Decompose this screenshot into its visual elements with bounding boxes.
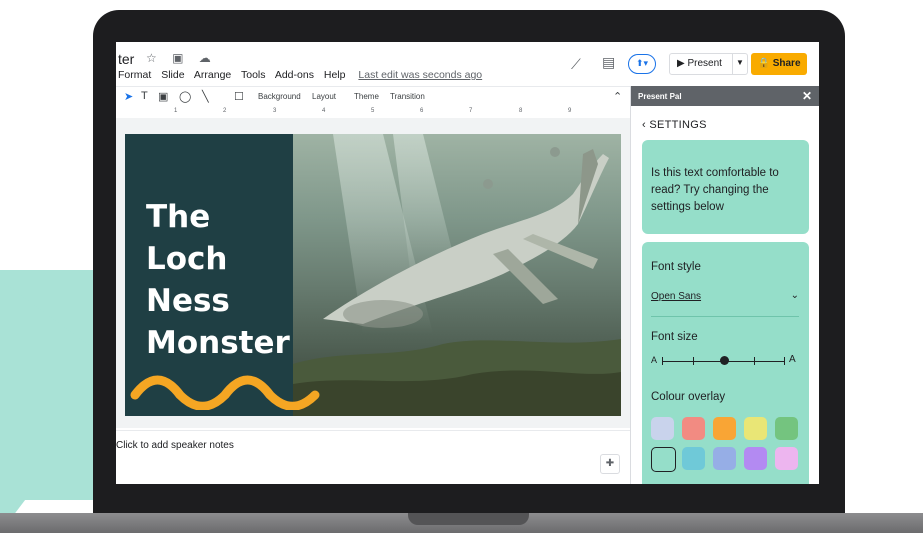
- menu-slide[interactable]: Slide: [161, 69, 184, 81]
- text-box-icon[interactable]: T: [141, 90, 148, 102]
- colour-overlay-label: Colour overlay: [651, 391, 726, 403]
- font-style-divider: [651, 316, 799, 317]
- ruler-mark: 1: [174, 108, 178, 114]
- menu-help[interactable]: Help: [324, 69, 346, 81]
- lock-icon: 🔒: [757, 58, 770, 69]
- slide-title[interactable]: The Loch Ness Monster: [146, 196, 296, 364]
- title-line: Ness: [146, 283, 230, 319]
- title-line: Loch: [146, 241, 228, 277]
- top-bar: ter ☆ ▣ ☁ Format Slide Arrange Tools Add…: [116, 42, 819, 86]
- ruler-mark: 7: [469, 108, 473, 114]
- title-line: The: [146, 199, 211, 235]
- prompt-text: Is this text comfortable to read? Try ch…: [651, 167, 779, 213]
- ruler-mark: 4: [322, 108, 326, 114]
- menu-format[interactable]: Format: [118, 69, 151, 81]
- ruler-mark: 6: [420, 108, 424, 114]
- layout-button[interactable]: Layout: [312, 92, 336, 101]
- menu-addons[interactable]: Add-ons: [275, 69, 314, 81]
- ruler-mark: 5: [371, 108, 375, 114]
- loch-ness-monster-image: [293, 134, 621, 416]
- comments-icon[interactable]: ▤: [602, 54, 615, 71]
- title-line: Monster: [146, 325, 290, 361]
- slider-tick: [784, 357, 785, 365]
- toolbar: ➤ T ▣ ◯ ╲ ☐ Background Layout Theme Tran…: [116, 86, 630, 108]
- prompt-card: Is this text comfortable to read? Try ch…: [642, 140, 809, 234]
- colour-swatch[interactable]: [775, 447, 798, 470]
- present-icon: ▶: [677, 58, 688, 69]
- transition-button[interactable]: Transition: [390, 92, 425, 101]
- font-size-slider-thumb[interactable]: [719, 356, 729, 365]
- ruler-mark: 3: [273, 108, 277, 114]
- explore-icon[interactable]: ✚: [600, 454, 620, 474]
- present-label: Present: [687, 58, 722, 69]
- present-divider: [732, 54, 733, 74]
- underwater-illustration: [293, 134, 621, 416]
- present-pal-panel: Present Pal ✕ ‹ SETTINGS Is this text co…: [630, 86, 819, 484]
- ruler-mark: 2: [223, 108, 227, 114]
- colour-swatch[interactable]: [744, 417, 767, 440]
- panel-title: Present Pal: [638, 92, 682, 101]
- colour-swatch[interactable]: [682, 417, 705, 440]
- colour-swatch[interactable]: [713, 447, 736, 470]
- image-icon[interactable]: ▣: [158, 90, 168, 103]
- settings-label: SETTINGS: [649, 119, 707, 131]
- doc-title[interactable]: ter: [118, 51, 134, 67]
- orange-squiggle-decoration: [130, 375, 320, 410]
- screen: ter ☆ ▣ ☁ Format Slide Arrange Tools Add…: [116, 42, 819, 484]
- share-label: Share: [772, 58, 801, 69]
- comment-add-icon[interactable]: ☐: [234, 90, 244, 103]
- slide[interactable]: The Loch Ness Monster: [125, 134, 621, 416]
- panel-header: Present Pal ✕: [631, 86, 819, 106]
- ruler-mark: 9: [568, 108, 572, 114]
- background-button[interactable]: Background: [258, 92, 301, 101]
- colour-swatch[interactable]: [775, 417, 798, 440]
- colour-swatch[interactable]: [682, 447, 705, 470]
- settings-back-button[interactable]: ‹ SETTINGS: [642, 119, 707, 131]
- theme-button[interactable]: Theme: [354, 92, 379, 101]
- font-style-select[interactable]: Open Sans: [651, 291, 701, 302]
- collapse-toolbar-icon[interactable]: ⌃: [613, 90, 622, 103]
- activity-trend-icon[interactable]: ⟋: [571, 56, 581, 73]
- notes-divider[interactable]: [116, 430, 630, 435]
- select-cursor-icon[interactable]: ➤: [124, 90, 133, 103]
- chevron-down-icon[interactable]: ⌄: [791, 290, 799, 301]
- laptop-notch: [408, 513, 529, 525]
- font-size-label: Font size: [651, 331, 698, 343]
- present-dropdown-icon[interactable]: ▼: [736, 58, 744, 67]
- font-size-max-label: A: [789, 354, 796, 365]
- colour-swatch[interactable]: [651, 447, 676, 472]
- colour-swatch[interactable]: [713, 417, 736, 440]
- colour-swatch[interactable]: [744, 447, 767, 470]
- move-to-meet-button[interactable]: ⬆▾: [628, 54, 656, 74]
- menu-arrange[interactable]: Arrange: [194, 69, 231, 81]
- font-size-min-label: A: [651, 355, 658, 365]
- present-button[interactable]: ▶ Present ▼: [669, 53, 748, 75]
- share-button[interactable]: 🔒 Share: [751, 53, 807, 75]
- menu-tools[interactable]: Tools: [241, 69, 266, 81]
- settings-card: Font style Open Sans ⌄ Font size A A Col…: [642, 242, 809, 484]
- slider-tick: [754, 357, 755, 365]
- speaker-notes[interactable]: Click to add speaker notes: [116, 440, 234, 451]
- last-edit-link[interactable]: Last edit was seconds ago: [358, 69, 482, 81]
- close-icon[interactable]: ✕: [802, 89, 812, 103]
- slider-tick: [662, 357, 663, 365]
- font-style-label: Font style: [651, 261, 701, 273]
- line-icon[interactable]: ╲: [202, 90, 209, 103]
- upload-icon: ⬆▾: [635, 58, 649, 68]
- shape-icon[interactable]: ◯: [179, 90, 191, 103]
- ruler-mark: 8: [519, 108, 523, 114]
- menu-bar: Format Slide Arrange Tools Add-ons Help …: [118, 69, 489, 81]
- colour-swatch[interactable]: [651, 417, 674, 440]
- slider-tick: [693, 357, 694, 365]
- star-folder-cloud-icons[interactable]: ☆ ▣ ☁: [146, 51, 217, 65]
